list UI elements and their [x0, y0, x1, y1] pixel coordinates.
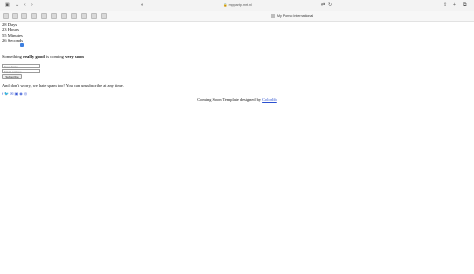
- url-text: mppartp.mrt.nl: [228, 3, 252, 7]
- browser-tab[interactable]: My Porno International: [271, 13, 313, 19]
- facebook-icon[interactable]: f: [2, 92, 3, 96]
- twitter-icon[interactable]: 🐦: [4, 92, 9, 96]
- bookmark-icon[interactable]: [81, 13, 87, 19]
- email-input[interactable]: Email Address: [2, 69, 40, 74]
- translate-icon[interactable]: ⇄: [321, 0, 325, 11]
- footer-text: Coming Soon Template designed by: [197, 97, 263, 102]
- colorlib-link[interactable]: Colorlib: [262, 97, 277, 102]
- favicon-icon: [271, 14, 275, 18]
- chevron-down-icon[interactable]: ⌄: [15, 0, 19, 11]
- countdown-seconds: 26 Seconds: [2, 37, 24, 43]
- new-tab-icon[interactable]: +: [453, 0, 456, 11]
- bookmark-icon[interactable]: [71, 13, 77, 19]
- teaser-bold-really-good: really good: [23, 54, 45, 59]
- spam-note: And don't worry, we hate spam too! You c…: [2, 83, 124, 88]
- reload-icon[interactable]: ↻: [328, 0, 332, 11]
- social-links: f 🐦 ✉ ▣ ◉ ◎: [2, 92, 27, 96]
- forward-arrow-icon[interactable]: ›: [31, 0, 33, 11]
- footer-credit: Coming Soon Template designed by Colorli…: [0, 97, 474, 102]
- bookmark-icon[interactable]: [12, 13, 18, 19]
- shield-icon[interactable]: ◐: [141, 0, 144, 11]
- bookmarks-bar: My Porno International: [0, 11, 474, 22]
- bookmark-icon[interactable]: [61, 13, 67, 19]
- instagram-icon[interactable]: ◎: [24, 92, 28, 96]
- address-bar[interactable]: 🔒 mppartp.mrt.nl: [150, 2, 325, 9]
- tab-overview-icon[interactable]: ⧉: [463, 0, 467, 11]
- name-input[interactable]: Your Name: [2, 64, 40, 69]
- back-arrow-icon[interactable]: ‹: [24, 0, 26, 11]
- bookmark-icon[interactable]: [91, 13, 97, 19]
- tab-label: My Porno International: [277, 14, 314, 18]
- browser-titlebar: ▣ ⌄ ‹ › ◐ 🔒 mppartp.mrt.nl ⇄ ↻ ⇪ + ⧉: [0, 0, 474, 11]
- email-icon[interactable]: ✉: [10, 92, 13, 96]
- logo-icon: [20, 43, 24, 47]
- subscribe-button[interactable]: Subscribe: [2, 74, 22, 79]
- sidebar-toggle-icon[interactable]: ▣: [5, 0, 10, 11]
- linkedin-icon[interactable]: ▣: [14, 92, 18, 96]
- bookmark-icon[interactable]: [101, 13, 107, 19]
- bookmark-icon[interactable]: [31, 13, 37, 19]
- teaser-prefix: Something: [2, 54, 24, 59]
- bookmark-icon[interactable]: [51, 13, 57, 19]
- lock-icon: 🔒: [223, 3, 228, 7]
- share-icon[interactable]: ⇪: [443, 0, 447, 11]
- bookmark-icon[interactable]: [41, 13, 47, 19]
- bookmark-icon[interactable]: [3, 13, 9, 19]
- countdown: 28 Days 23 Hours 55 Minutes 26 Seconds: [2, 22, 472, 43]
- google-icon[interactable]: ◉: [19, 92, 23, 96]
- teaser-middle: is coming: [44, 54, 66, 59]
- teaser-bold-very-soon: very soon: [65, 54, 84, 59]
- bookmark-icon[interactable]: [21, 13, 27, 19]
- teaser-text: Something really good is coming very soo…: [2, 54, 84, 59]
